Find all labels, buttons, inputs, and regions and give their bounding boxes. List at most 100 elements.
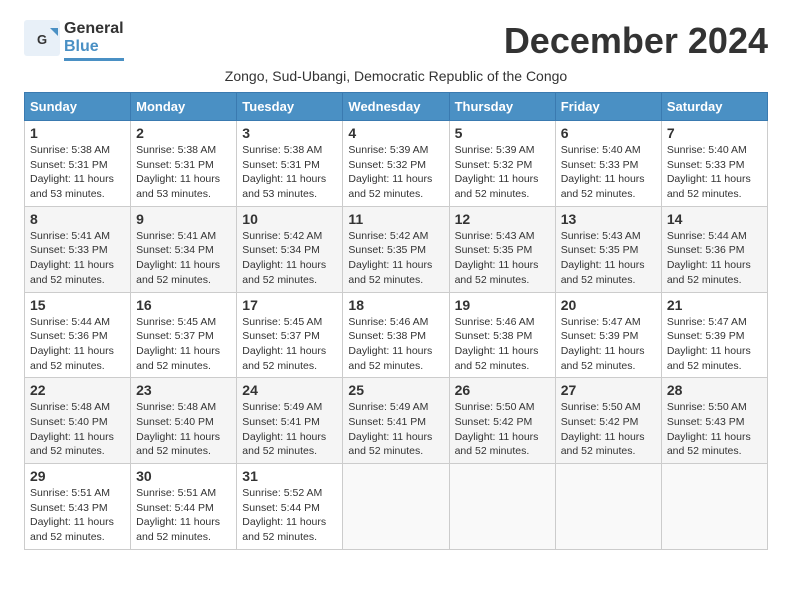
table-row: 12Sunrise: 5:43 AMSunset: 5:35 PMDayligh… xyxy=(449,206,555,292)
table-row: 28Sunrise: 5:50 AMSunset: 5:43 PMDayligh… xyxy=(661,378,767,464)
day-info: Sunrise: 5:43 AMSunset: 5:35 PMDaylight:… xyxy=(455,229,550,288)
table-row: 22Sunrise: 5:48 AMSunset: 5:40 PMDayligh… xyxy=(25,378,131,464)
day-number: 26 xyxy=(455,382,550,398)
day-info: Sunrise: 5:45 AMSunset: 5:37 PMDaylight:… xyxy=(242,315,337,374)
day-info: Sunrise: 5:46 AMSunset: 5:38 PMDaylight:… xyxy=(348,315,443,374)
logo-line1: General xyxy=(64,20,124,38)
logo: G General Blue xyxy=(24,20,124,61)
day-number: 25 xyxy=(348,382,443,398)
day-info: Sunrise: 5:40 AMSunset: 5:33 PMDaylight:… xyxy=(667,143,762,202)
calendar-week-row: 8 Sunrise: 5:41 AMSunset: 5:33 PMDaylight… xyxy=(25,206,768,292)
calendar-header-row: Sunday Monday Tuesday Wednesday Thursday… xyxy=(25,93,768,121)
table-row: 25 Sunrise: 5:49 AMSunset: 5:41 PMDayligh… xyxy=(343,378,449,464)
day-number: 27 xyxy=(561,382,656,398)
day-info: Sunrise: 5:50 AMSunset: 5:42 PMDaylight:… xyxy=(455,400,550,459)
day-number: 20 xyxy=(561,297,656,313)
day-info: Sunrise: 5:41 AMSunset: 5:33 PMDaylight:… xyxy=(30,229,125,288)
table-row: 19 Sunrise: 5:46 AMSunset: 5:38 PMDayligh… xyxy=(449,292,555,378)
table-row: 29 Sunrise: 5:51 AMSunset: 5:43 PMDayligh… xyxy=(25,464,131,550)
col-saturday: Saturday xyxy=(661,93,767,121)
day-number: 5 xyxy=(455,125,550,141)
month-title: December 2024 xyxy=(504,20,768,62)
table-row: 26 Sunrise: 5:50 AMSunset: 5:42 PMDayligh… xyxy=(449,378,555,464)
day-number: 29 xyxy=(30,468,125,484)
day-info: Sunrise: 5:38 AMSunset: 5:31 PMDaylight:… xyxy=(136,143,231,202)
day-info: Sunrise: 5:50 AMSunset: 5:43 PMDaylight:… xyxy=(667,400,762,459)
table-row: 9Sunrise: 5:41 AMSunset: 5:34 PMDaylight… xyxy=(131,206,237,292)
table-row: 11Sunrise: 5:42 AMSunset: 5:35 PMDayligh… xyxy=(343,206,449,292)
day-number: 23 xyxy=(136,382,231,398)
col-thursday: Thursday xyxy=(449,93,555,121)
day-info: Sunrise: 5:39 AMSunset: 5:32 PMDaylight:… xyxy=(455,143,550,202)
table-row: 24 Sunrise: 5:49 AMSunset: 5:41 PMDayligh… xyxy=(237,378,343,464)
table-row: 17 Sunrise: 5:45 AMSunset: 5:37 PMDayligh… xyxy=(237,292,343,378)
day-number: 8 xyxy=(30,211,125,227)
table-row: 5 Sunrise: 5:39 AMSunset: 5:32 PMDaylight… xyxy=(449,121,555,207)
day-number: 1 xyxy=(30,125,125,141)
day-info: Sunrise: 5:43 AMSunset: 5:35 PMDaylight:… xyxy=(561,229,656,288)
col-sunday: Sunday xyxy=(25,93,131,121)
svg-text:G: G xyxy=(37,32,47,47)
day-info: Sunrise: 5:51 AMSunset: 5:43 PMDaylight:… xyxy=(30,486,125,545)
table-row: 3 Sunrise: 5:38 AMSunset: 5:31 PMDaylight… xyxy=(237,121,343,207)
day-info: Sunrise: 5:50 AMSunset: 5:42 PMDaylight:… xyxy=(561,400,656,459)
calendar-table: Sunday Monday Tuesday Wednesday Thursday… xyxy=(24,92,768,550)
calendar-body: 1 Sunrise: 5:38 AMSunset: 5:31 PMDaylight… xyxy=(25,121,768,550)
table-row: 8 Sunrise: 5:41 AMSunset: 5:33 PMDaylight… xyxy=(25,206,131,292)
table-row: 27 Sunrise: 5:50 AMSunset: 5:42 PMDayligh… xyxy=(555,378,661,464)
logo-icon: G xyxy=(24,20,60,56)
table-row: 1 Sunrise: 5:38 AMSunset: 5:31 PMDaylight… xyxy=(25,121,131,207)
day-number: 3 xyxy=(242,125,337,141)
table-row: 6Sunrise: 5:40 AMSunset: 5:33 PMDaylight… xyxy=(555,121,661,207)
day-info: Sunrise: 5:48 AMSunset: 5:40 PMDaylight:… xyxy=(136,400,231,459)
calendar-week-row: 22Sunrise: 5:48 AMSunset: 5:40 PMDayligh… xyxy=(25,378,768,464)
day-info: Sunrise: 5:45 AMSunset: 5:37 PMDaylight:… xyxy=(136,315,231,374)
day-number: 10 xyxy=(242,211,337,227)
table-row: 10 Sunrise: 5:42 AMSunset: 5:34 PMDayligh… xyxy=(237,206,343,292)
day-number: 21 xyxy=(667,297,762,313)
day-number: 7 xyxy=(667,125,762,141)
logo-line2: Blue xyxy=(64,38,124,56)
day-info: Sunrise: 5:48 AMSunset: 5:40 PMDaylight:… xyxy=(30,400,125,459)
col-monday: Monday xyxy=(131,93,237,121)
day-number: 11 xyxy=(348,211,443,227)
day-info: Sunrise: 5:46 AMSunset: 5:38 PMDaylight:… xyxy=(455,315,550,374)
table-row: 4Sunrise: 5:39 AMSunset: 5:32 PMDaylight… xyxy=(343,121,449,207)
day-number: 13 xyxy=(561,211,656,227)
day-number: 18 xyxy=(348,297,443,313)
day-info: Sunrise: 5:38 AMSunset: 5:31 PMDaylight:… xyxy=(242,143,337,202)
day-number: 16 xyxy=(136,297,231,313)
table-row: 13 Sunrise: 5:43 AMSunset: 5:35 PMDayligh… xyxy=(555,206,661,292)
day-number: 2 xyxy=(136,125,231,141)
table-row xyxy=(343,464,449,550)
day-number: 15 xyxy=(30,297,125,313)
table-row: 14Sunrise: 5:44 AMSunset: 5:36 PMDayligh… xyxy=(661,206,767,292)
calendar-week-row: 29 Sunrise: 5:51 AMSunset: 5:43 PMDayligh… xyxy=(25,464,768,550)
table-row: 18 Sunrise: 5:46 AMSunset: 5:38 PMDayligh… xyxy=(343,292,449,378)
day-info: Sunrise: 5:49 AMSunset: 5:41 PMDaylight:… xyxy=(242,400,337,459)
day-info: Sunrise: 5:44 AMSunset: 5:36 PMDaylight:… xyxy=(30,315,125,374)
table-row: 15 Sunrise: 5:44 AMSunset: 5:36 PMDayligh… xyxy=(25,292,131,378)
day-number: 31 xyxy=(242,468,337,484)
day-number: 9 xyxy=(136,211,231,227)
day-info: Sunrise: 5:49 AMSunset: 5:41 PMDaylight:… xyxy=(348,400,443,459)
day-info: Sunrise: 5:52 AMSunset: 5:44 PMDaylight:… xyxy=(242,486,337,545)
table-row: 16 Sunrise: 5:45 AMSunset: 5:37 PMDayligh… xyxy=(131,292,237,378)
day-info: Sunrise: 5:47 AMSunset: 5:39 PMDaylight:… xyxy=(561,315,656,374)
day-number: 30 xyxy=(136,468,231,484)
day-number: 17 xyxy=(242,297,337,313)
day-number: 6 xyxy=(561,125,656,141)
table-row: 30Sunrise: 5:51 AMSunset: 5:44 PMDayligh… xyxy=(131,464,237,550)
day-number: 19 xyxy=(455,297,550,313)
table-row: 20 Sunrise: 5:47 AMSunset: 5:39 PMDayligh… xyxy=(555,292,661,378)
day-number: 14 xyxy=(667,211,762,227)
day-info: Sunrise: 5:38 AMSunset: 5:31 PMDaylight:… xyxy=(30,143,125,202)
table-row xyxy=(449,464,555,550)
table-row xyxy=(555,464,661,550)
page-header: G General Blue December 2024 xyxy=(24,20,768,62)
day-number: 24 xyxy=(242,382,337,398)
table-row xyxy=(661,464,767,550)
calendar-week-row: 1 Sunrise: 5:38 AMSunset: 5:31 PMDaylight… xyxy=(25,121,768,207)
day-info: Sunrise: 5:42 AMSunset: 5:34 PMDaylight:… xyxy=(242,229,337,288)
logo-underline xyxy=(64,58,124,61)
